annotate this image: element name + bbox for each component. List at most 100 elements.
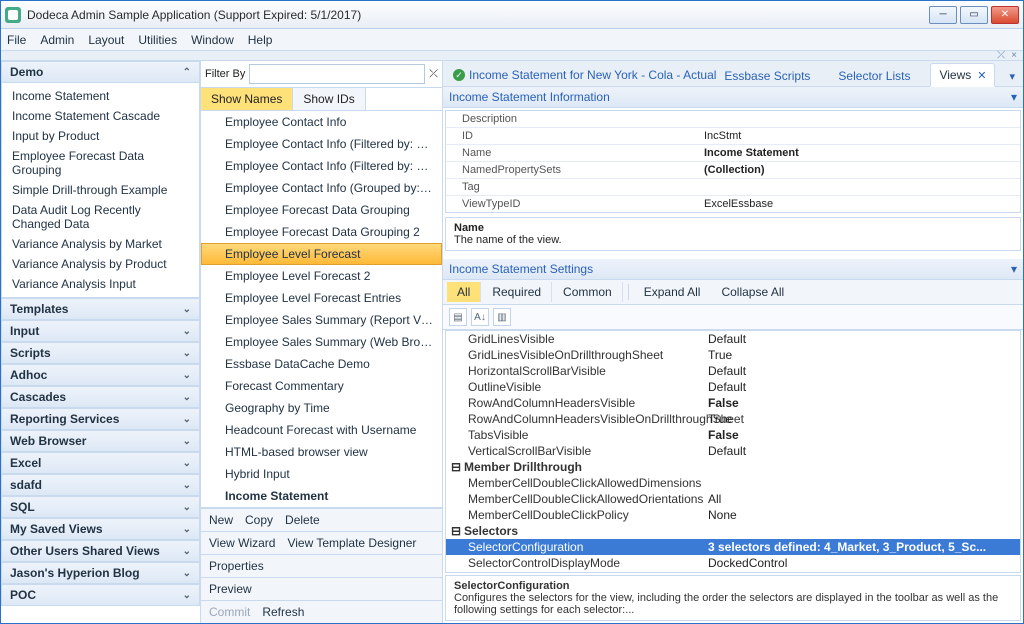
list-item[interactable]: Forecast Commentary (201, 375, 442, 397)
property-row[interactable]: IDIncStmt (446, 128, 1020, 145)
close-panel-icon[interactable]: × (1011, 50, 1017, 61)
list-item[interactable]: Geography by Time (201, 397, 442, 419)
list-item[interactable]: Hybrid Input (201, 463, 442, 485)
list-item[interactable]: Employee Contact Info (Filtered by: Las.… (201, 133, 442, 155)
menu-layout[interactable]: Layout (88, 33, 124, 47)
filter-common-button[interactable]: Common (553, 282, 623, 302)
menu-utilities[interactable]: Utilities (138, 33, 177, 47)
settings-row[interactable]: GridLinesVisibleOnDrillthroughSheetTrue (446, 347, 1020, 363)
tab-views[interactable]: Views✕ (930, 63, 995, 87)
sort-icon[interactable]: A↓ (471, 308, 489, 326)
sidebar-item[interactable]: Income Statement Cascade (2, 106, 199, 126)
sidebar-item[interactable]: Simple Drill-through Example (2, 180, 199, 200)
delete-button[interactable]: Delete (285, 513, 320, 527)
list-item[interactable]: HTML-based browser view (201, 441, 442, 463)
category-header[interactable]: Templates⌄ (1, 298, 200, 320)
category-header[interactable]: sdafd⌄ (1, 474, 200, 496)
property-row[interactable]: Tag (446, 179, 1020, 196)
tab-selector-lists[interactable]: Selector Lists (830, 65, 918, 87)
settings-row[interactable]: VerticalScrollBarVisibleDefault (446, 443, 1020, 459)
category-header[interactable]: Input⌄ (1, 320, 200, 342)
sidebar-item[interactable]: Variance Analysis by Market (2, 234, 199, 254)
filter-required-button[interactable]: Required (482, 282, 552, 302)
settings-row[interactable]: HorizontalScrollBarVisibleDefault (446, 363, 1020, 379)
expand-all-button[interactable]: Expand All (634, 282, 711, 302)
list-item[interactable]: Employee Forecast Data Grouping (201, 199, 442, 221)
settings-row[interactable]: SelectorDockedControlGroupStyleStacked (446, 571, 1020, 573)
list-item[interactable]: Employee Level Forecast (201, 243, 442, 265)
category-header[interactable]: Reporting Services⌄ (1, 408, 200, 430)
show-ids-button[interactable]: Show IDs (293, 88, 365, 110)
tab-essbase-scripts[interactable]: Essbase Scripts (716, 65, 818, 87)
refresh-button[interactable]: Refresh (262, 605, 304, 619)
view-template-designer-button[interactable]: View Template Designer (287, 536, 416, 550)
sidebar-item[interactable]: Data Audit Log Recently Changed Data (2, 200, 199, 234)
list-item[interactable]: Employee Forecast Data Grouping 2 (201, 221, 442, 243)
category-header[interactable]: Other Users Shared Views⌄ (1, 540, 200, 562)
close-icon[interactable]: ✕ (977, 70, 986, 82)
list-item[interactable]: Employee Contact Info (Grouped by: Jo... (201, 177, 442, 199)
filter-all-button[interactable]: All (447, 282, 481, 302)
category-header[interactable]: POC⌄ (1, 584, 200, 606)
list-item[interactable]: Employee Sales Summary (Web Brows... (201, 331, 442, 353)
list-item[interactable]: Headcount Forecast with Username (201, 419, 442, 441)
chevron-down-icon[interactable]: ▾ (1011, 90, 1017, 104)
list-item[interactable]: Essbase DataCache Demo (201, 353, 442, 375)
category-header[interactable]: Excel⌄ (1, 452, 200, 474)
pin-icon[interactable]: ⤫ (429, 68, 438, 81)
property-row[interactable]: NameIncome Statement (446, 145, 1020, 162)
properties-button[interactable]: Properties (209, 559, 264, 573)
category-header[interactable]: My Saved Views⌄ (1, 518, 200, 540)
list-item[interactable]: Employee Level Forecast 2 (201, 265, 442, 287)
settings-group[interactable]: ⊟Selectors (446, 523, 1020, 539)
menu-window[interactable]: Window (191, 33, 234, 47)
menu-help[interactable]: Help (248, 33, 273, 47)
category-header[interactable]: Adhoc⌄ (1, 364, 200, 386)
copy-button[interactable]: Copy (245, 513, 273, 527)
menu-file[interactable]: File (7, 33, 26, 47)
properties-icon[interactable]: ▥ (493, 308, 511, 326)
category-header[interactable]: Scripts⌄ (1, 342, 200, 364)
category-header[interactable]: Web Browser⌄ (1, 430, 200, 452)
minimize-button[interactable]: ─ (929, 6, 957, 24)
list-item[interactable]: Employee Level Forecast Entries (201, 287, 442, 309)
chevron-down-icon[interactable]: ▾ (1011, 262, 1017, 276)
settings-property-grid[interactable]: GridLinesVisibleDefaultGridLinesVisibleO… (445, 330, 1021, 573)
property-row[interactable]: ViewTypeIDExcelEssbase (446, 196, 1020, 212)
list-item[interactable]: Income Statement (201, 485, 442, 507)
new-button[interactable]: New (209, 513, 233, 527)
chevron-down-icon[interactable]: ▾ (1007, 66, 1017, 87)
pin-icon[interactable]: ⤫ (997, 50, 1005, 61)
settings-row[interactable]: MemberCellDoubleClickAllowedOrientations… (446, 491, 1020, 507)
settings-row[interactable]: RowAndColumnHeadersVisibleFalse (446, 395, 1020, 411)
settings-row[interactable]: GridLinesVisibleDefault (446, 331, 1020, 347)
views-list[interactable]: Employee Contact InfoEmployee Contact In… (201, 111, 442, 508)
property-row[interactable]: Description (446, 111, 1020, 128)
collapse-icon[interactable]: ⊟ (450, 460, 462, 474)
settings-row[interactable]: MemberCellDoubleClickPolicyNone (446, 507, 1020, 523)
titlebar[interactable]: Dodeca Admin Sample Application (Support… (1, 1, 1023, 29)
settings-row[interactable]: RowAndColumnHeadersVisibleOnDrillthrough… (446, 411, 1020, 427)
list-item[interactable]: Employee Sales Summary (Report Vie... (201, 309, 442, 331)
sidebar-item[interactable]: Variance Analysis by Product (2, 254, 199, 274)
category-demo[interactable]: Demo ⌃ (1, 61, 200, 83)
settings-row[interactable]: OutlineVisibleDefault (446, 379, 1020, 395)
preview-button[interactable]: Preview (209, 582, 252, 596)
sidebar-item[interactable]: Variance Analysis Input (2, 274, 199, 294)
document-tab[interactable]: ✓ Income Statement for New York - Cola -… (447, 64, 722, 86)
property-row[interactable]: NamedPropertySets(Collection) (446, 162, 1020, 179)
category-header[interactable]: Jason's Hyperion Blog⌄ (1, 562, 200, 584)
collapse-icon[interactable]: ⊟ (450, 524, 462, 538)
category-header[interactable]: SQL⌄ (1, 496, 200, 518)
filter-input[interactable] (249, 64, 425, 84)
settings-group[interactable]: ⊟Member Drillthrough (446, 459, 1020, 475)
settings-row[interactable]: SelectorConfiguration3 selectors defined… (446, 539, 1020, 555)
categorize-icon[interactable]: ▤ (449, 308, 467, 326)
view-wizard-button[interactable]: View Wizard (209, 536, 275, 550)
show-names-button[interactable]: Show Names (201, 88, 293, 110)
settings-row[interactable]: TabsVisibleFalse (446, 427, 1020, 443)
close-button[interactable]: ✕ (991, 6, 1019, 24)
settings-row[interactable]: MemberCellDoubleClickAllowedDimensions (446, 475, 1020, 491)
list-item[interactable]: Employee Contact Info (Filtered by: Las.… (201, 155, 442, 177)
sidebar-item[interactable]: Income Statement (2, 86, 199, 106)
